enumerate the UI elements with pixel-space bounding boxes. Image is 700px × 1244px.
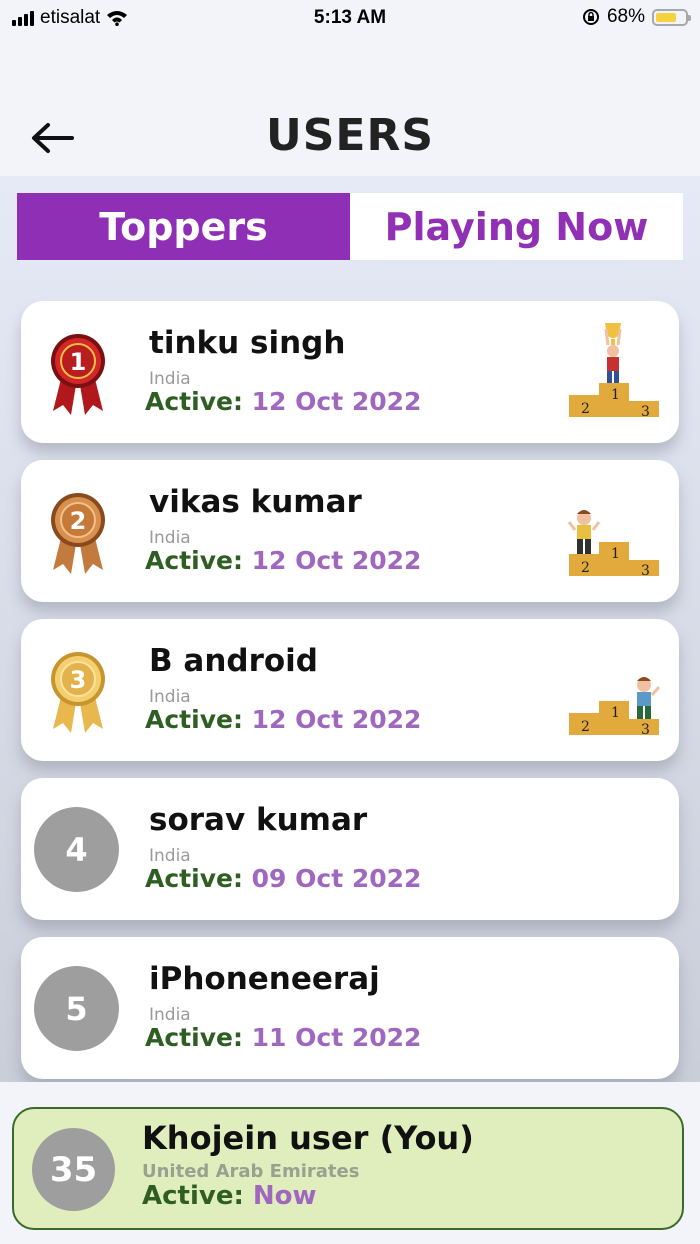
gold-ribbon-medal-icon: 1 bbox=[51, 334, 105, 415]
svg-text:2: 2 bbox=[581, 401, 590, 417]
active-label: Active: bbox=[145, 864, 243, 893]
status-right: 68% bbox=[582, 6, 691, 28]
bronze-ribbon-medal-icon: 2 bbox=[51, 493, 105, 574]
leaderboard-content: Toppers Playing Now 1 tinku singh India … bbox=[0, 176, 700, 1082]
active-date: 12 Oct 2022 bbox=[251, 546, 422, 575]
user-active: Active: Now bbox=[142, 1181, 317, 1211]
active-label: Active: bbox=[145, 705, 243, 734]
orientation-lock-icon bbox=[582, 9, 599, 25]
tab-bar: Toppers Playing Now bbox=[17, 193, 683, 260]
user-active: Active: 12 Oct 2022 bbox=[145, 546, 421, 575]
user-name: vikas kumar bbox=[149, 484, 362, 520]
user-card-rank-2[interactable]: 2 vikas kumar India Active: 12 Oct 2022 … bbox=[21, 460, 679, 602]
user-name: Khojein user (You) bbox=[142, 1119, 474, 1157]
svg-text:2: 2 bbox=[581, 560, 590, 576]
active-label: Active: bbox=[145, 387, 243, 416]
page-title: USERS bbox=[265, 110, 435, 161]
svg-text:1: 1 bbox=[611, 705, 620, 721]
tab-toppers[interactable]: Toppers bbox=[17, 193, 350, 260]
podium-second-place-icon: 2 1 3 bbox=[567, 510, 659, 579]
user-country: India bbox=[149, 846, 191, 866]
active-status: Now bbox=[252, 1181, 317, 1211]
user-country: United Arab Emirates bbox=[142, 1161, 360, 1182]
svg-text:3: 3 bbox=[70, 666, 87, 694]
tab-playing-now[interactable]: Playing Now bbox=[350, 193, 683, 260]
svg-text:3: 3 bbox=[641, 404, 650, 420]
active-date: 11 Oct 2022 bbox=[251, 1023, 422, 1052]
user-country: India bbox=[149, 528, 191, 548]
user-card-rank-5[interactable]: 5 iPhoneneeraj India Active: 11 Oct 2022 bbox=[21, 937, 679, 1079]
podium-third-place-icon: 2 1 3 bbox=[569, 677, 661, 738]
active-date: 12 Oct 2022 bbox=[251, 705, 422, 734]
active-label: Active: bbox=[145, 546, 243, 575]
user-card-rank-4[interactable]: 4 sorav kumar India Active: 09 Oct 2022 bbox=[21, 778, 679, 920]
battery-percent: 68% bbox=[606, 6, 645, 27]
svg-text:1: 1 bbox=[611, 387, 620, 403]
user-country: India bbox=[149, 1005, 191, 1025]
battery-icon bbox=[652, 8, 691, 26]
active-date: 12 Oct 2022 bbox=[251, 387, 422, 416]
user-active: Active: 09 Oct 2022 bbox=[145, 864, 421, 893]
rank-badge: 5 bbox=[34, 966, 119, 1051]
svg-text:3: 3 bbox=[641, 563, 650, 579]
svg-text:2: 2 bbox=[70, 507, 87, 535]
user-name: tinku singh bbox=[149, 325, 346, 361]
user-country: India bbox=[149, 687, 191, 707]
user-card-rank-3[interactable]: 3 B android India Active: 12 Oct 2022 2 … bbox=[21, 619, 679, 761]
active-label: Active: bbox=[145, 1023, 243, 1052]
rank-badge: 4 bbox=[34, 807, 119, 892]
user-active: Active: 12 Oct 2022 bbox=[145, 387, 421, 416]
user-country: India bbox=[149, 369, 191, 389]
current-user-card[interactable]: 35 Khojein user (You) United Arab Emirat… bbox=[12, 1107, 684, 1230]
user-name: sorav kumar bbox=[149, 802, 368, 838]
app-header: USERS bbox=[0, 40, 700, 176]
user-active: Active: 11 Oct 2022 bbox=[145, 1023, 421, 1052]
svg-text:1: 1 bbox=[70, 348, 87, 376]
status-bar: etisalat 5:13 AM 68% bbox=[0, 0, 700, 40]
user-name: iPhoneneeraj bbox=[149, 961, 380, 997]
active-date: 09 Oct 2022 bbox=[251, 864, 422, 893]
user-card-rank-1[interactable]: 1 tinku singh India Active: 12 Oct 2022 … bbox=[21, 301, 679, 443]
active-label: Active: bbox=[142, 1181, 244, 1211]
rank-badge: 35 bbox=[32, 1128, 115, 1211]
podium-trophy-icon: 2 1 3 bbox=[569, 323, 659, 420]
svg-text:3: 3 bbox=[641, 722, 650, 738]
user-active: Active: 12 Oct 2022 bbox=[145, 705, 421, 734]
svg-text:1: 1 bbox=[611, 546, 620, 562]
user-name: B android bbox=[149, 643, 319, 679]
light-gold-ribbon-medal-icon: 3 bbox=[51, 652, 105, 733]
svg-text:2: 2 bbox=[581, 719, 590, 735]
